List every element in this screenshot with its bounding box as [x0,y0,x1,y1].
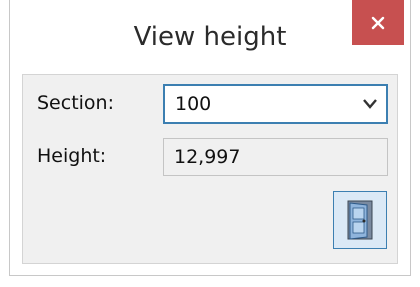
exit-button[interactable] [333,191,387,249]
section-dropdown[interactable]: 100 [163,84,388,124]
section-dropdown-value: 100 [175,93,212,115]
chevron-down-icon [363,99,377,109]
exit-door-icon [347,200,373,240]
section-label: Section: [37,92,114,114]
title-bar: View height [10,0,410,74]
dialog-body: Section: 100 Height: 12,997 [22,74,398,264]
dialog-window: View height Section: 100 Height: 12,997 [9,0,411,276]
height-label: Height: [37,145,107,167]
height-field-value: 12,997 [174,146,241,168]
close-icon [371,16,385,29]
window-title: View height [133,22,287,52]
height-field: 12,997 [163,138,388,176]
close-button[interactable] [352,0,404,45]
